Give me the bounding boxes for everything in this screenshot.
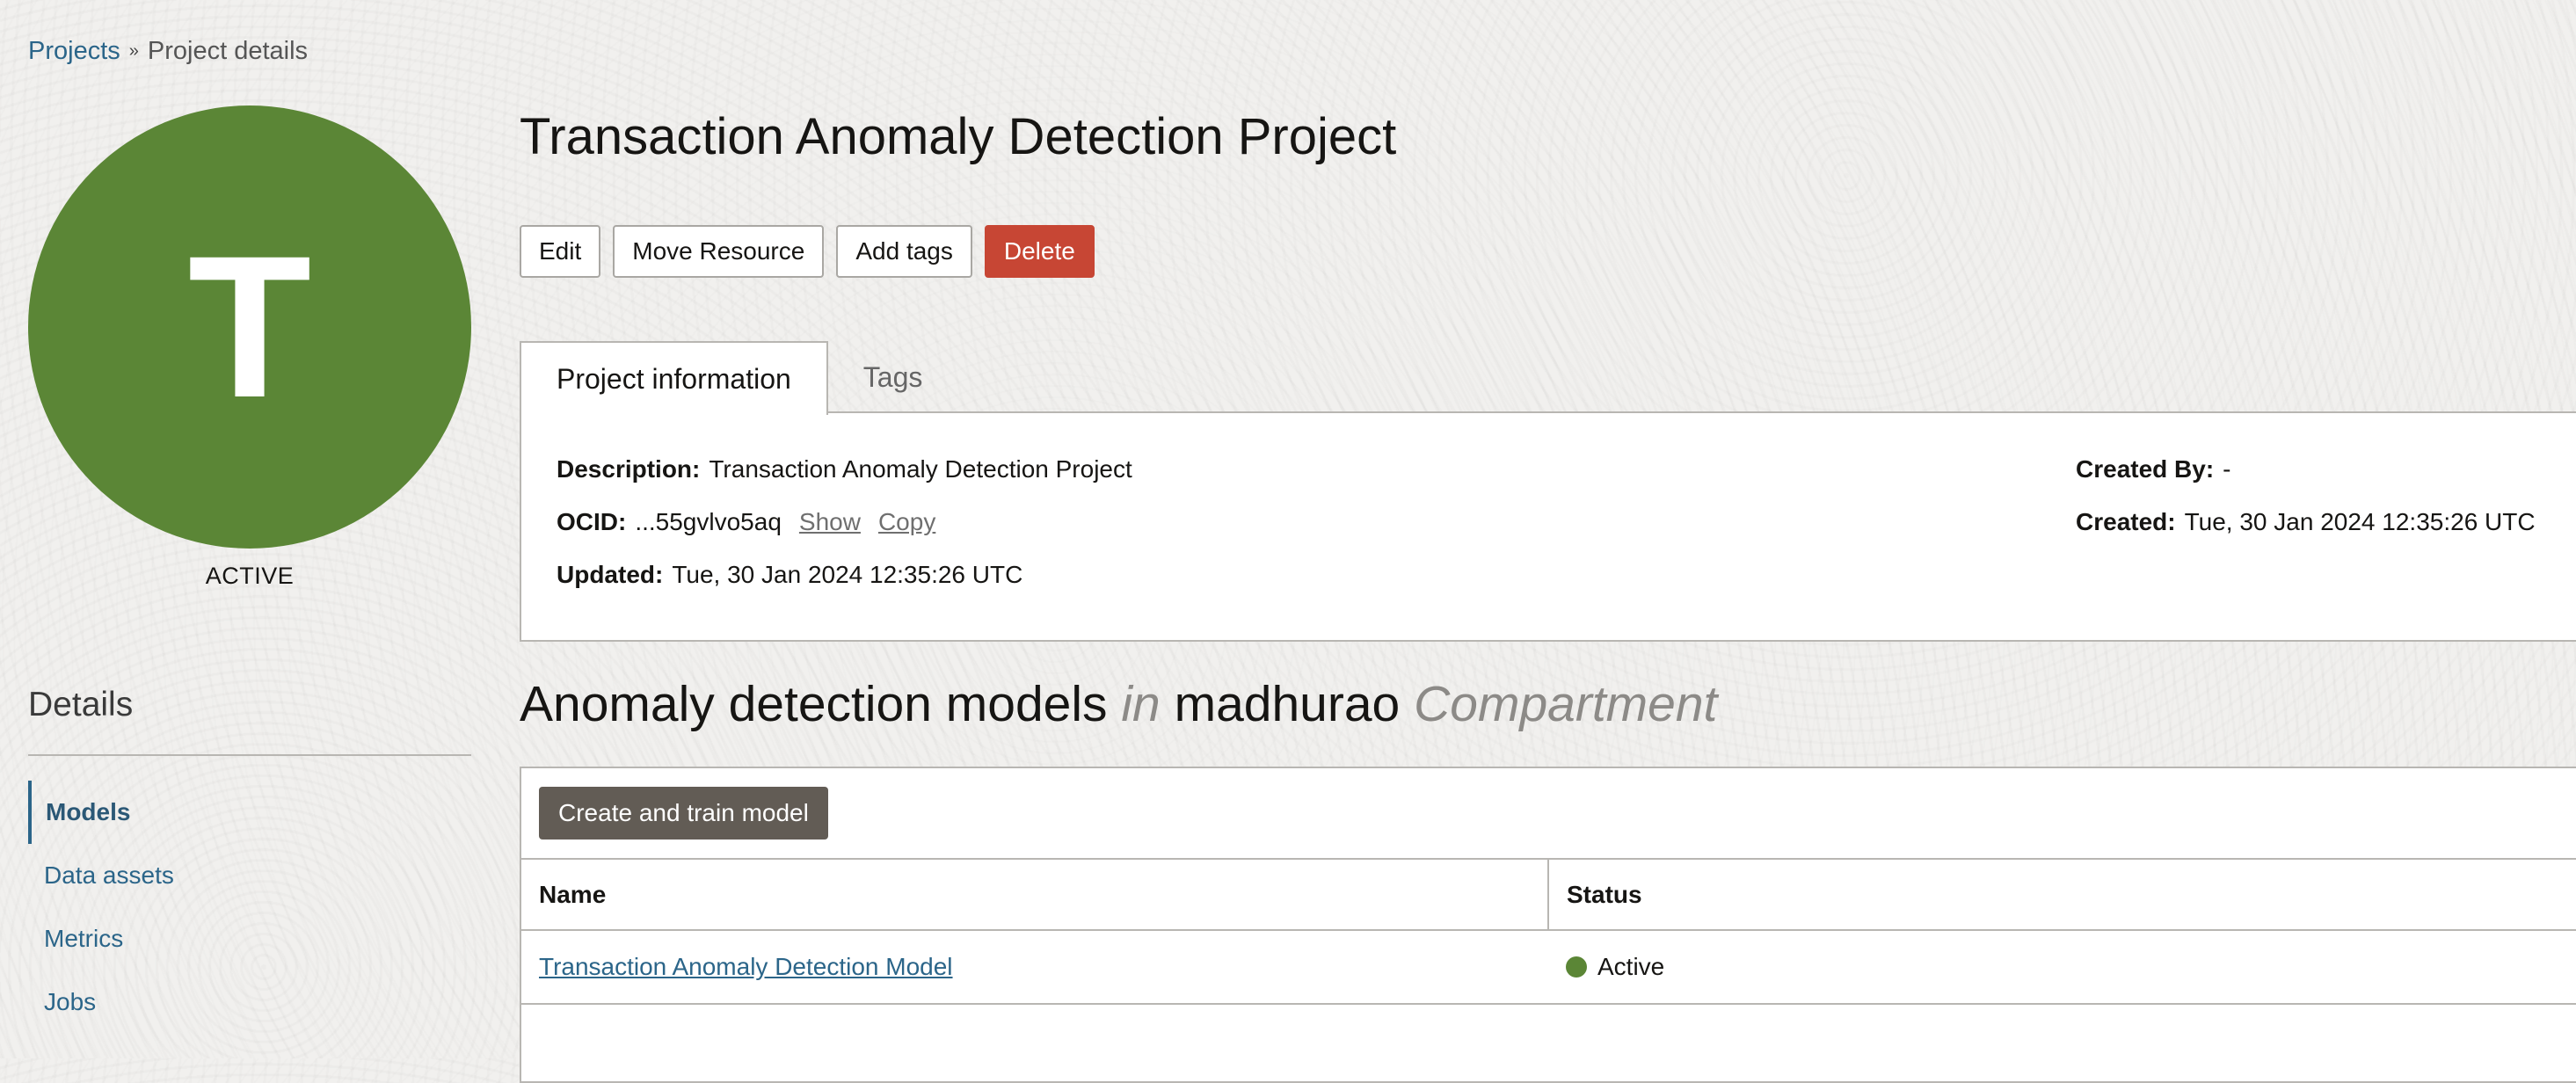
models-table: Name Status Transaction Anomaly Detectio… [521,860,2576,1005]
tab-project-information[interactable]: Project information [520,341,828,415]
action-bar: Edit Move Resource Add tags Delete [520,225,1095,278]
updated-value: Tue, 30 Jan 2024 12:35:26 UTC [672,561,1023,588]
breadcrumb: Projects » Project details [28,37,308,66]
column-header-name[interactable]: Name [521,860,1549,931]
updated-row: Updated: Tue, 30 Jan 2024 12:35:26 UTC [557,561,1022,589]
model-name-link[interactable]: Transaction Anomaly Detection Model [539,953,953,980]
updated-label: Updated: [557,561,664,588]
lifecycle-state-label: ACTIVE [205,563,295,589]
status-active-icon [1566,956,1587,978]
models-section-heading: Anomaly detection models in madhurao Com… [520,675,1717,733]
description-label: Description: [557,455,701,483]
ocid-show-link[interactable]: Show [799,508,861,536]
table-header-row: Name Status [521,860,2576,931]
page-title: Transaction Anomaly Detection Project [520,108,1397,165]
created-by-value: - [2223,455,2231,483]
nav-item-jobs[interactable]: Jobs [28,970,471,1034]
created-row: Created: Tue, 30 Jan 2024 12:35:26 UTC [2076,508,2536,536]
created-by-label: Created By: [2076,455,2215,483]
models-table-container: Create and train model Name Status Trans… [520,767,2576,1083]
project-avatar: T [28,105,471,549]
breadcrumb-projects-link[interactable]: Projects [28,37,120,66]
created-value: Tue, 30 Jan 2024 12:35:26 UTC [2184,508,2536,535]
models-toolbar: Create and train model [521,768,2576,860]
table-row: Transaction Anomaly Detection Model Acti… [521,930,2576,1005]
nav-item-data-assets[interactable]: Data assets [28,844,471,907]
model-status-cell: Active [1548,930,2576,1005]
breadcrumb-separator-icon: » [128,41,139,61]
ocid-copy-link[interactable]: Copy [878,508,935,536]
description-value: Transaction Anomaly Detection Project [709,455,1132,483]
ocid-label: OCID: [557,508,627,535]
nav-item-models[interactable]: Models [28,781,471,844]
description-row: Description: Transaction Anomaly Detecti… [557,455,1132,483]
created-by-row: Created By: - [2076,455,2231,483]
avatar-letter: T [187,214,312,440]
column-header-status[interactable]: Status [1548,860,2576,931]
model-name-cell: Transaction Anomaly Detection Model [521,930,1548,1005]
resources-nav: Models Data assets Metrics Jobs [28,781,471,1034]
add-tags-button[interactable]: Add tags [836,225,972,278]
ocid-row: OCID: ...55gvlvo5aq Show Copy [557,508,935,536]
heading-main: Anomaly detection models [520,676,1108,732]
heading-compartment-word: Compartment [1414,676,1718,732]
created-label: Created: [2076,508,2176,535]
heading-in: in [1121,676,1161,732]
delete-button[interactable]: Delete [984,225,1095,278]
project-information-panel: Description: Transaction Anomaly Detecti… [520,411,2576,642]
tab-tags[interactable]: Tags [828,341,958,413]
breadcrumb-current: Project details [147,37,309,65]
edit-button[interactable]: Edit [520,225,601,278]
details-heading: Details [28,686,134,723]
details-divider [28,754,471,756]
move-resource-button[interactable]: Move Resource [613,225,825,278]
ocid-value: ...55gvlvo5aq [635,508,782,535]
model-status-text: Active [1597,953,1665,980]
details-tabs: Project information Tags [520,341,957,415]
create-and-train-model-button[interactable]: Create and train model [539,787,828,840]
heading-compartment-name: madhurao [1174,676,1401,732]
nav-item-metrics[interactable]: Metrics [28,907,471,970]
